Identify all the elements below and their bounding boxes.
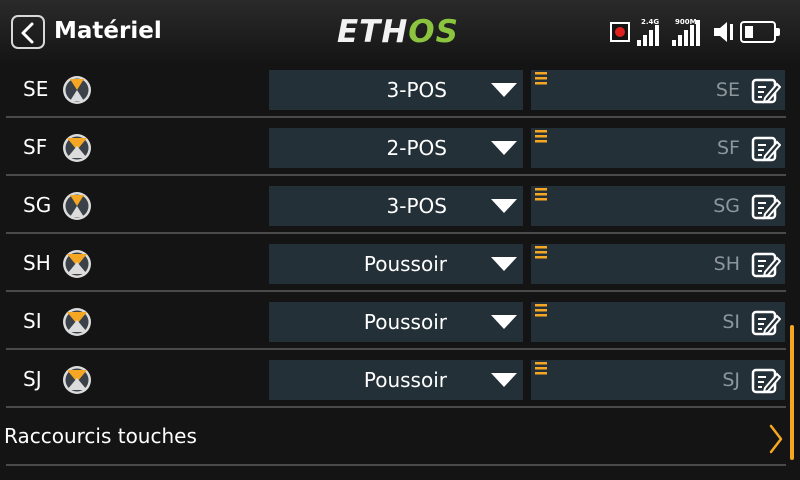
menu-lines-icon — [535, 362, 547, 375]
two-position-switch-icon — [62, 249, 92, 283]
chevron-right-icon — [769, 424, 783, 454]
switch-type-dropdown[interactable]: Poussoir — [269, 360, 523, 400]
switch-type-value: 3-POS — [386, 78, 447, 102]
switch-row-sf: SF 2-POS SF — [0, 118, 786, 176]
back-button[interactable] — [11, 15, 45, 49]
shortcut-keys-row[interactable]: Raccourcis touches — [0, 408, 786, 466]
switch-function-field[interactable]: SG — [531, 186, 785, 226]
switch-function-field[interactable]: SH — [531, 244, 785, 284]
switch-name: SG — [23, 193, 52, 217]
switch-type-dropdown[interactable]: 2-POS — [269, 128, 523, 168]
record-icon — [610, 22, 630, 42]
top-bar: Matériel ETHOS 2.4G 900M — [0, 0, 800, 62]
dropdown-arrow-icon — [491, 199, 517, 213]
switch-name: SF — [23, 135, 48, 159]
switch-name: SE — [23, 77, 49, 101]
edit-icon[interactable] — [751, 366, 781, 394]
switch-function-value: SH — [713, 253, 740, 275]
switch-type-dropdown[interactable]: 3-POS — [269, 70, 523, 110]
two-position-switch-icon — [62, 133, 92, 167]
menu-lines-icon — [535, 246, 547, 259]
switch-type-value: Poussoir — [363, 310, 447, 334]
switch-type-value: 3-POS — [386, 194, 447, 218]
switch-name: SH — [23, 251, 51, 275]
ethos-logo: ETHOS — [337, 14, 459, 50]
divider — [6, 464, 786, 466]
menu-lines-icon — [535, 130, 547, 143]
switch-type-value: 2-POS — [386, 136, 447, 160]
edit-icon[interactable] — [751, 250, 781, 278]
switch-row-si: SI Poussoir SI — [0, 292, 786, 350]
switch-type-value: Poussoir — [363, 252, 447, 276]
two-position-switch-icon — [62, 365, 92, 399]
three-position-switch-icon — [62, 191, 92, 225]
menu-lines-icon — [535, 72, 547, 85]
switch-row-sj: SJ Poussoir SJ — [0, 350, 786, 408]
scrollbar[interactable] — [790, 325, 794, 460]
switch-type-dropdown[interactable]: 3-POS — [269, 186, 523, 226]
switch-row-sh: SH Poussoir SH — [0, 234, 786, 292]
edit-icon[interactable] — [751, 76, 781, 104]
dropdown-arrow-icon — [491, 141, 517, 155]
menu-lines-icon — [535, 188, 547, 201]
volume-icon — [714, 22, 733, 42]
edit-icon[interactable] — [751, 192, 781, 220]
switch-function-value: SI — [722, 311, 740, 333]
switch-row-sg: SG 3-POS SG — [0, 176, 786, 234]
logo-part-2: OS — [408, 14, 459, 50]
dropdown-arrow-icon — [491, 373, 517, 387]
switch-type-dropdown[interactable]: Poussoir — [269, 244, 523, 284]
two-position-switch-icon — [62, 307, 92, 341]
switch-function-value: SG — [713, 195, 740, 217]
switch-name: SJ — [23, 367, 42, 391]
switch-function-field[interactable]: SI — [531, 302, 785, 342]
edit-icon[interactable] — [751, 308, 781, 336]
shortcut-keys-label: Raccourcis touches — [4, 424, 197, 448]
switch-type-dropdown[interactable]: Poussoir — [269, 302, 523, 342]
switch-function-value: SJ — [722, 369, 740, 391]
three-position-switch-icon — [62, 75, 92, 109]
battery-icon — [740, 21, 780, 43]
switch-type-value: Poussoir — [363, 368, 447, 392]
page-title: Matériel — [54, 18, 162, 44]
menu-lines-icon — [535, 304, 547, 317]
logo-part-1: ETH — [337, 14, 409, 50]
dropdown-arrow-icon — [491, 83, 517, 97]
status-area: 2.4G 900M — [610, 0, 800, 62]
switch-function-field[interactable]: SF — [531, 128, 785, 168]
switch-name: SI — [23, 309, 42, 333]
switch-function-field[interactable]: SJ — [531, 360, 785, 400]
chevron-left-icon — [21, 22, 34, 44]
switch-function-value: SE — [715, 79, 740, 101]
dropdown-arrow-icon — [491, 315, 517, 329]
edit-icon[interactable] — [751, 134, 781, 162]
switch-function-field[interactable]: SE — [531, 70, 785, 110]
dropdown-arrow-icon — [491, 257, 517, 271]
switch-row-se: SE 3-POS SE — [0, 60, 786, 118]
switch-function-value: SF — [717, 137, 740, 159]
